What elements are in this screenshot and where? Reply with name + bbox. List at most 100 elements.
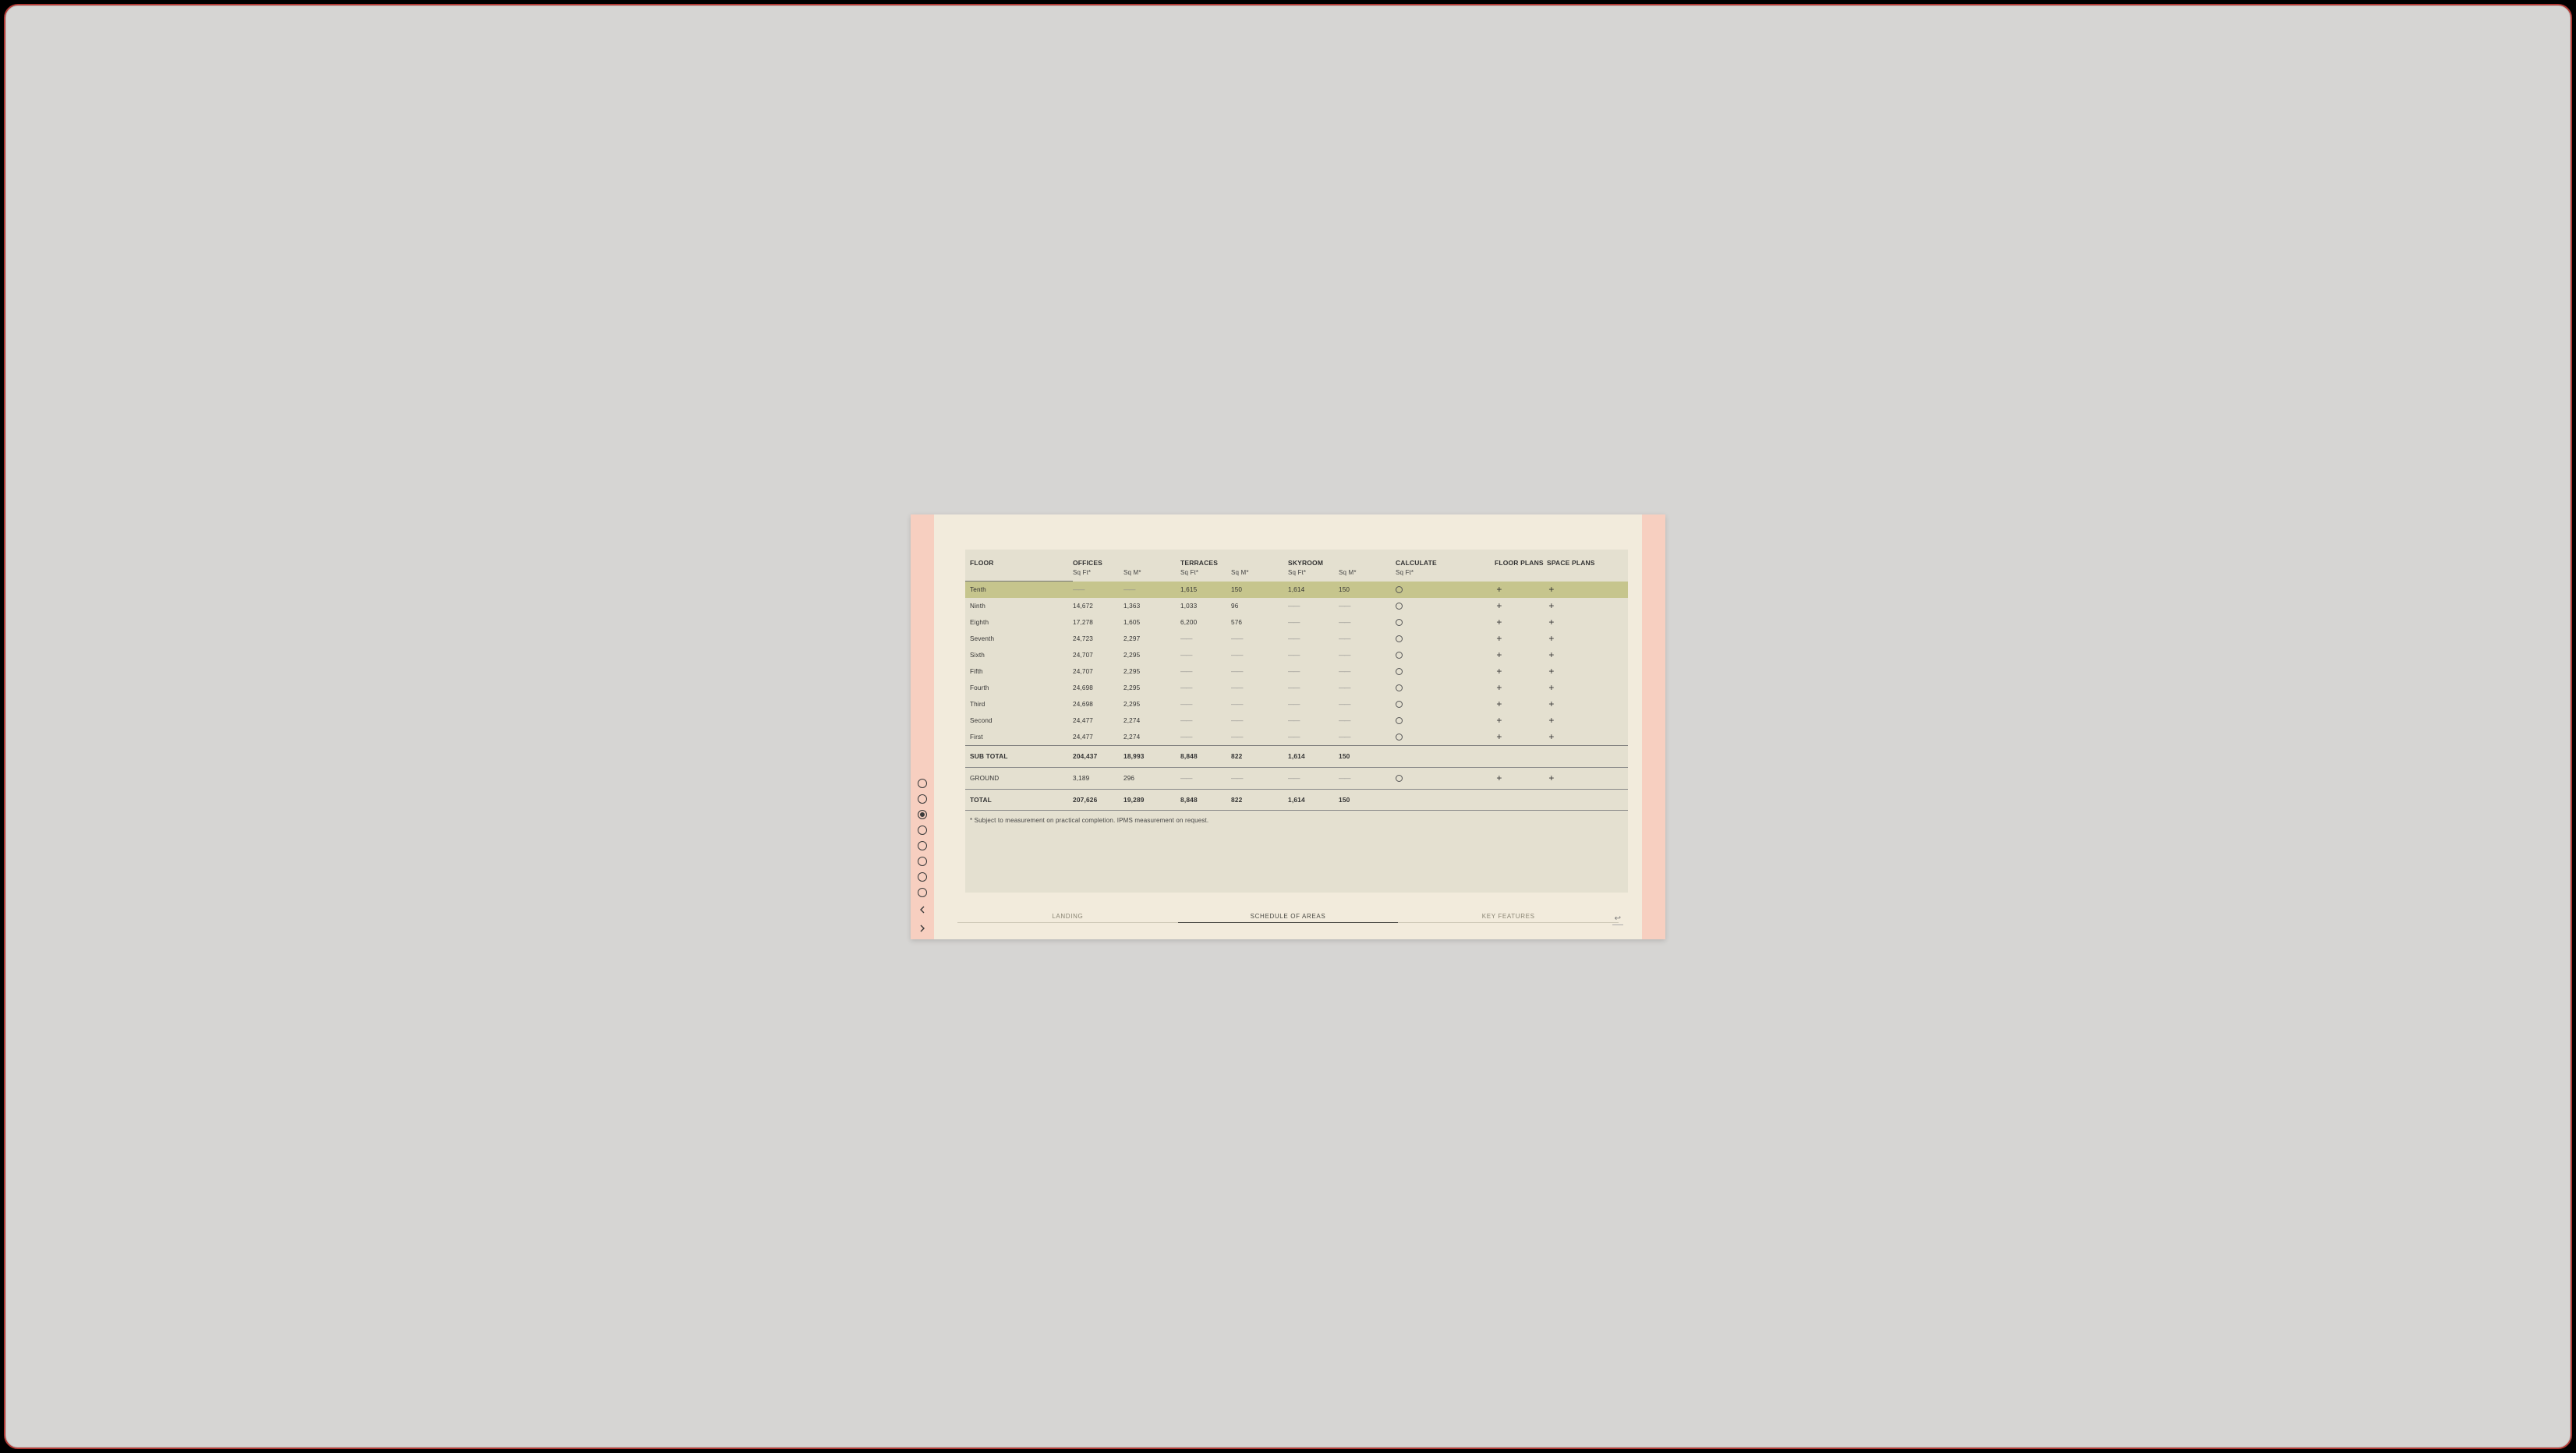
floor-plan-plus[interactable]: + [1495,617,1504,627]
space-plan-plus[interactable]: + [1547,650,1556,659]
space-plan-plus[interactable]: + [1547,585,1556,594]
section-dot-1[interactable] [918,794,927,804]
cell-offices-sqft: 24,477 [1073,712,1123,729]
cell-skyroom-sqm: —— [1339,598,1396,614]
space-plan-plus[interactable]: + [1547,683,1556,692]
total-sky-ft: 1,614 [1288,790,1339,811]
cell-skyroom-sqft: —— [1288,712,1339,729]
prev-arrow-icon[interactable] [916,903,929,916]
calculate-radio[interactable] [1396,668,1403,675]
pager-current[interactable]: SCHEDULE OF AREAS [1178,913,1399,923]
calculate-radio[interactable] [1396,717,1403,724]
total-sky-m: 150 [1339,790,1396,811]
calculate-radio[interactable] [1396,635,1403,642]
calculate-radio[interactable] [1396,603,1403,610]
cell-offices-sqft: 24,707 [1073,647,1123,663]
header-floor-plans: FLOOR PLANS [1495,550,1547,567]
table-row: Fourth24,6982,295————————++ [965,680,1628,696]
floor-plan-plus[interactable]: + [1495,716,1504,725]
ground-label: GROUND [965,768,1073,789]
pager-prev[interactable]: LANDING [957,913,1178,923]
space-plan-plus[interactable]: + [1547,634,1556,643]
cell-offices-sqm: 2,295 [1123,647,1180,663]
section-dot-2[interactable] [918,810,927,819]
ground-sky-m: —— [1339,775,1350,782]
cell-offices-sqm: 1,363 [1123,598,1180,614]
calculate-radio[interactable] [1396,701,1403,708]
cell-offices-sqft: 14,672 [1073,598,1123,614]
cell-skyroom-sqft: —— [1288,614,1339,631]
section-dot-5[interactable] [918,857,927,866]
section-dot-3[interactable] [918,825,927,835]
next-arrow-icon[interactable] [916,922,929,935]
cell-skyroom-sqm: —— [1339,696,1396,712]
cell-skyroom-sqft: —— [1288,729,1339,745]
space-plan-plus[interactable]: + [1547,699,1556,709]
space-plan-plus[interactable]: + [1547,732,1556,741]
space-plan-plus[interactable]: + [1547,617,1556,627]
floor-plan-plus[interactable]: + [1495,666,1504,676]
calculate-radio-ground[interactable] [1396,775,1403,782]
floor-plan-plus[interactable]: + [1495,732,1504,741]
table-row: Second24,4772,274————————++ [965,712,1628,729]
cell-terraces-sqft: 6,200 [1180,614,1231,631]
section-dots-dock [915,779,929,935]
schedule-of-areas-table: FLOOR OFFICES TERRACES SKYROOM CALCULATE… [965,550,1628,893]
cell-skyroom-sqm: —— [1339,663,1396,680]
cell-terraces-sqft: —— [1180,663,1231,680]
calculate-radio[interactable] [1396,684,1403,691]
cell-offices-sqm: 1,605 [1123,614,1180,631]
space-plan-plus[interactable]: + [1547,601,1556,610]
cell-offices-sqm: 2,295 [1123,663,1180,680]
calculate-radio[interactable] [1396,586,1403,593]
cell-offices-sqm: 2,274 [1123,729,1180,745]
floor-plan-plus[interactable]: + [1495,634,1504,643]
section-dot-6[interactable] [918,872,927,882]
table-row: Ninth14,6721,3631,03396————++ [965,598,1628,614]
cell-offices-sqft: —— [1073,582,1123,598]
floor-plan-plus[interactable]: + [1495,650,1504,659]
cell-terraces-sqm: —— [1231,647,1288,663]
cell-floor: Ninth [965,598,1073,614]
section-dot-0[interactable] [918,779,927,788]
cell-terraces-sqft: —— [1180,729,1231,745]
cell-terraces-sqm: 96 [1231,598,1288,614]
floor-plan-plus-ground[interactable]: + [1495,773,1504,783]
floor-plan-plus[interactable]: + [1495,585,1504,594]
subtotal-ter-m: 822 [1231,746,1288,767]
content-area: FLOOR OFFICES TERRACES SKYROOM CALCULATE… [934,514,1642,939]
cell-terraces-sqft: —— [1180,712,1231,729]
cell-skyroom-sqft: 1,614 [1288,582,1339,598]
space-plan-plus-ground[interactable]: + [1547,773,1556,783]
subtotal-off-ft: 204,437 [1073,746,1123,767]
total-ter-m: 822 [1231,790,1288,811]
subtotal-ter-ft: 8,848 [1180,746,1231,767]
floor-plan-plus[interactable]: + [1495,683,1504,692]
space-plan-plus[interactable]: + [1547,716,1556,725]
cell-offices-sqft: 24,723 [1073,631,1123,647]
cell-offices-sqft: 24,707 [1073,663,1123,680]
unit-terraces-sqft: Sq Ft* [1180,567,1231,581]
cell-terraces-sqm: —— [1231,680,1288,696]
cell-floor: Fifth [965,663,1073,680]
ground-ter-ft: —— [1180,775,1191,782]
share-icon[interactable]: ↩ [1612,914,1623,925]
floor-plan-plus[interactable]: + [1495,601,1504,610]
total-ter-ft: 8,848 [1180,790,1231,811]
section-dot-7[interactable] [918,888,927,897]
floor-plan-plus[interactable]: + [1495,699,1504,709]
total-off-m: 19,289 [1123,790,1180,811]
cell-offices-sqm: 2,295 [1123,696,1180,712]
section-dot-4[interactable] [918,841,927,850]
calculate-radio[interactable] [1396,619,1403,626]
calculate-radio[interactable] [1396,652,1403,659]
cell-floor: Sixth [965,647,1073,663]
space-plan-plus[interactable]: + [1547,666,1556,676]
pager-next[interactable]: KEY FEATURES [1398,913,1619,923]
table-row: Sixth24,7072,295————————++ [965,647,1628,663]
ground-sky-ft: —— [1288,775,1299,782]
cell-terraces-sqft: —— [1180,680,1231,696]
total-off-ft: 207,626 [1073,790,1123,811]
cell-skyroom-sqm: —— [1339,729,1396,745]
calculate-radio[interactable] [1396,734,1403,741]
